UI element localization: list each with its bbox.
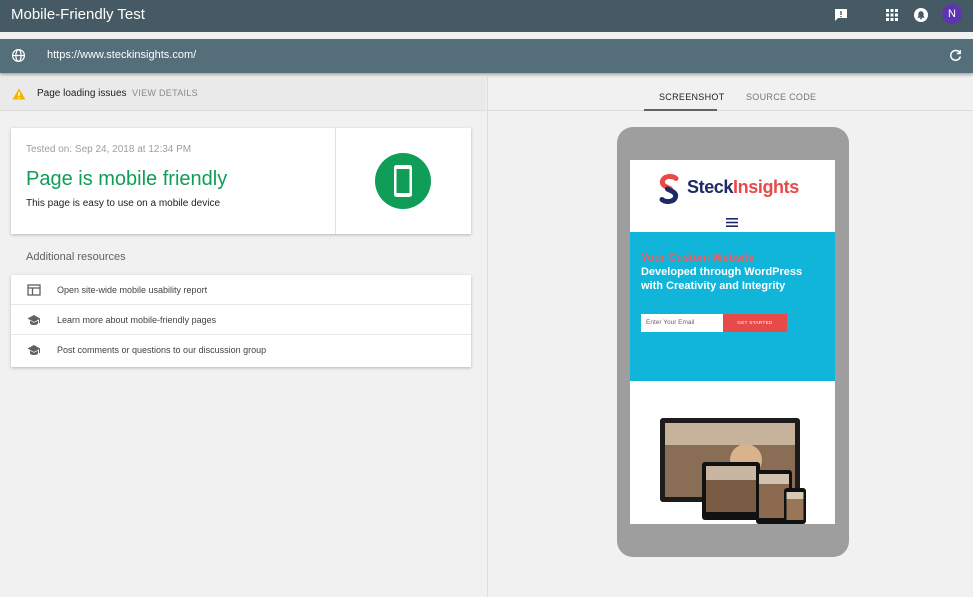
list-item[interactable]: Post comments or questions to our discus… bbox=[11, 335, 471, 365]
hero-section: Your Custom Website Developed through Wo… bbox=[630, 232, 835, 381]
app-title: Mobile-Friendly Test bbox=[11, 6, 145, 23]
verdict-heading: Page is mobile friendly bbox=[26, 168, 228, 190]
warning-icon bbox=[12, 87, 26, 105]
tab-screenshot[interactable]: SCREENSHOT bbox=[659, 92, 725, 102]
view-details-link[interactable]: VIEW DETAILS bbox=[132, 88, 198, 98]
site-logo-text: SteckInsights bbox=[687, 177, 799, 198]
resource-label: Learn more about mobile-friendly pages bbox=[57, 315, 217, 325]
tab-source-code[interactable]: SOURCE CODE bbox=[746, 92, 816, 102]
loading-issues-bar: Page loading issues VIEW DETAILS bbox=[0, 77, 486, 111]
mobile-friendly-badge bbox=[375, 153, 431, 209]
email-placeholder: Enter Your Email bbox=[646, 319, 695, 326]
graduation-cap-icon bbox=[27, 313, 41, 327]
email-field: Enter Your Email bbox=[641, 314, 723, 332]
get-started-button: GET STARTED bbox=[723, 314, 787, 332]
mobile-phone-icon bbox=[394, 165, 412, 197]
resources-list: Open site-wide mobile usability report L… bbox=[11, 275, 471, 367]
refresh-icon[interactable] bbox=[948, 48, 963, 63]
list-item[interactable]: Learn more about mobile-friendly pages bbox=[11, 305, 471, 335]
card-divider bbox=[335, 128, 336, 234]
graduation-cap-icon bbox=[27, 343, 41, 357]
hero-line-2: Developed through WordPress bbox=[641, 266, 803, 278]
apps-grid-icon[interactable] bbox=[884, 7, 900, 23]
web-page-icon bbox=[27, 283, 41, 297]
hero-line-3: with Creativity and Integrity bbox=[641, 280, 786, 292]
list-item[interactable]: Open site-wide mobile usability report bbox=[11, 275, 471, 305]
resource-label: Open site-wide mobile usability report bbox=[57, 285, 208, 295]
steckinsights-logo-icon bbox=[656, 174, 682, 209]
responsive-devices-image bbox=[658, 416, 808, 524]
active-tab-indicator bbox=[644, 109, 717, 111]
tested-timestamp: Tested on: Sep 24, 2018 at 12:34 PM bbox=[26, 144, 192, 155]
result-card: Tested on: Sep 24, 2018 at 12:34 PM Page… bbox=[11, 128, 471, 234]
notifications-icon[interactable] bbox=[913, 7, 929, 23]
logo-part2: Insights bbox=[733, 177, 799, 197]
feedback-icon[interactable] bbox=[833, 7, 849, 23]
results-panel: Page loading issues VIEW DETAILS Tested … bbox=[0, 77, 486, 597]
app-bar: Mobile-Friendly Test N bbox=[0, 0, 973, 32]
preview-tabs: SCREENSHOT SOURCE CODE bbox=[488, 77, 973, 111]
preview-panel: SCREENSHOT SOURCE CODE SteckInsights You… bbox=[487, 77, 973, 597]
rendered-page-screenshot: SteckInsights Your Custom Website Develo… bbox=[630, 160, 835, 524]
avatar[interactable]: N bbox=[942, 4, 962, 24]
url-bar: https://www.steckinsights.com/ bbox=[0, 39, 973, 73]
globe-icon bbox=[11, 48, 26, 63]
issues-label: Page loading issues bbox=[37, 88, 127, 99]
get-started-label: GET STARTED bbox=[737, 320, 773, 325]
logo-part1: Steck bbox=[687, 177, 734, 197]
device-frame: SteckInsights Your Custom Website Develo… bbox=[617, 127, 849, 557]
resources-title: Additional resources bbox=[26, 251, 126, 263]
url-input[interactable]: https://www.steckinsights.com/ bbox=[47, 49, 196, 61]
resource-label: Post comments or questions to our discus… bbox=[57, 345, 267, 355]
verdict-description: This page is easy to use on a mobile dev… bbox=[26, 198, 220, 209]
hero-line-1: Your Custom Website bbox=[641, 252, 755, 264]
hamburger-menu-icon bbox=[726, 214, 738, 227]
